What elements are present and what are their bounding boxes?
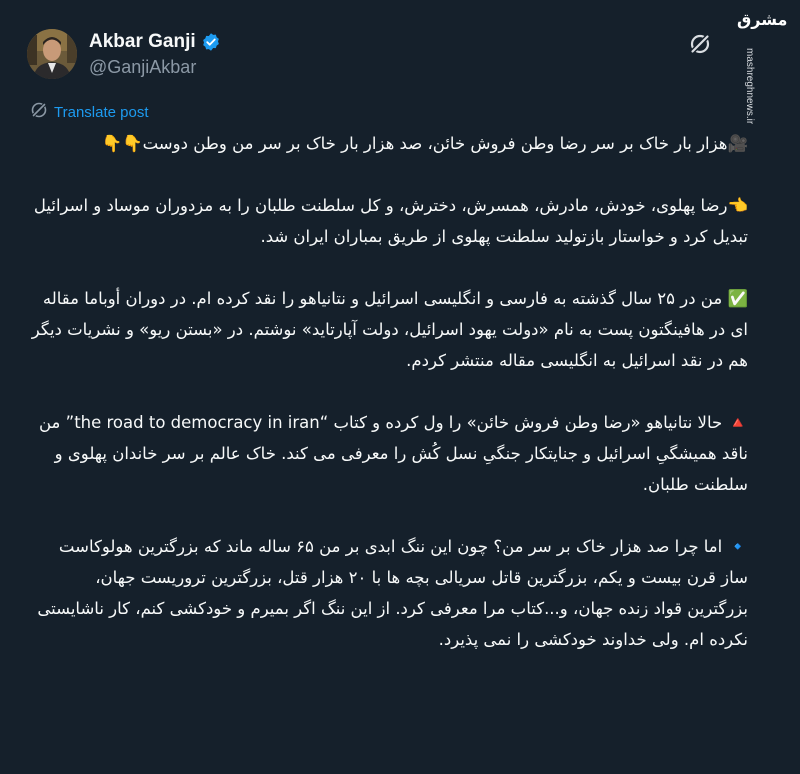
watermark-url: mashreghnews.ir <box>744 48 755 125</box>
post-paragraph: 🔺 حالا نتانیاهو «رضا وطن فروش خائن» را و… <box>33 413 748 494</box>
translate-icon <box>30 101 48 123</box>
post-paragraph: ✅ من در ۲۵ سال گذشته به فارسی و انگلیسی … <box>26 289 748 370</box>
translate-post-link[interactable]: Translate post <box>30 101 149 123</box>
name-row: Akbar Ganji <box>89 31 221 53</box>
handle[interactable]: @GanjiAkbar <box>89 57 221 78</box>
display-name[interactable]: Akbar Ganji <box>89 31 196 53</box>
author-names: Akbar Ganji @GanjiAkbar <box>89 31 221 78</box>
post-body: 🎥هزار بار خاک بر سر رضا وطن فروش خائن، ص… <box>30 128 748 655</box>
watermark: مشرق mashreghnews.ir <box>735 0 787 130</box>
post-paragraph: 🔹 اما چرا صد هزار خاک بر سر من؟ چون این … <box>32 537 748 649</box>
post-paragraph: 🎥هزار بار خاک بر سر رضا وطن فروش خائن، ص… <box>101 134 748 153</box>
post-card: Akbar Ganji @GanjiAkbar مشرق mashreghnew… <box>0 0 800 774</box>
post-paragraph: 👈رضا پهلوی، خودش، مادرش، همسرش، دخترش، و… <box>28 196 748 246</box>
grok-icon[interactable] <box>686 30 714 58</box>
verified-badge-icon <box>201 32 221 52</box>
post-header: Akbar Ganji @GanjiAkbar <box>27 27 727 81</box>
watermark-logo: مشرق <box>737 10 788 29</box>
translate-label: Translate post <box>54 103 149 121</box>
avatar[interactable] <box>27 29 77 79</box>
